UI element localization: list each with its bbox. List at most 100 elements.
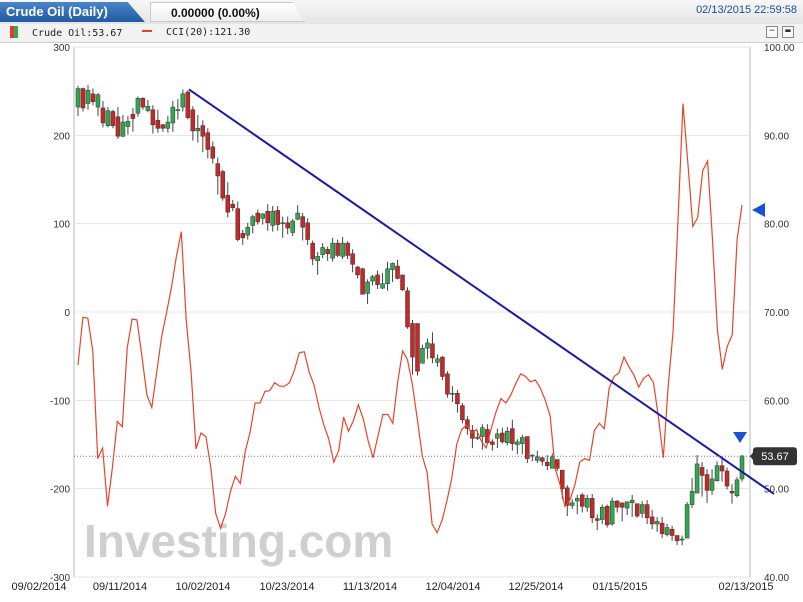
candle-body [425, 342, 430, 349]
left-tick-label: 0 [64, 308, 70, 319]
candle-body [120, 121, 126, 137]
candle-body [599, 506, 605, 520]
candle-body [689, 491, 695, 505]
candle-body [609, 500, 615, 525]
x-tick-label: 12/04/2014 [425, 581, 480, 593]
candle-body [185, 91, 191, 118]
candle-body [604, 506, 610, 526]
candle-body [390, 263, 395, 270]
candle-body [140, 97, 146, 108]
candle-body [230, 203, 236, 209]
candle-body [629, 499, 635, 504]
candle-body [325, 249, 330, 254]
candle-body [445, 373, 450, 395]
candle-body [190, 109, 196, 132]
candle-body [200, 125, 206, 137]
candle-body [500, 432, 505, 443]
candle-body [400, 274, 405, 291]
candle-body [450, 393, 455, 395]
candle-body [634, 503, 640, 517]
candle-body [340, 242, 345, 257]
candle-body [664, 527, 670, 535]
candle-body [255, 212, 260, 223]
candle-body [659, 522, 665, 534]
last-price-pointer [750, 451, 754, 462]
candle-body [644, 504, 650, 519]
candle-body [290, 220, 295, 233]
chart-area: 3002001000-100-200-300100.0090.0080.0070… [11, 43, 797, 593]
candle-body [210, 146, 216, 159]
candle-body [724, 470, 730, 487]
candle-body [574, 498, 580, 502]
candle-body [490, 441, 495, 445]
left-tick-label: 100 [53, 220, 70, 231]
candle-body [545, 461, 550, 466]
candle-body [100, 107, 106, 124]
candle-body [729, 491, 735, 494]
candle-body [520, 437, 525, 444]
candle-body [624, 501, 630, 509]
candle-body [719, 465, 725, 472]
candle-body [480, 427, 485, 437]
left-tick-label: 300 [53, 43, 70, 54]
x-tick-label: 01/15/2015 [592, 581, 647, 593]
candle-body [679, 538, 685, 541]
candle-body [285, 222, 290, 229]
candle-body [105, 110, 111, 126]
candle-body [135, 97, 141, 114]
candle-body [250, 216, 255, 226]
x-tick-label: 10/23/2014 [259, 581, 314, 593]
right-tick-label: 90.00 [764, 131, 789, 142]
candle-body [350, 253, 355, 265]
candle-icon [10, 26, 18, 38]
candle-body [639, 504, 645, 514]
restore-pane-button[interactable]: ▬ [782, 26, 794, 38]
candle-body [335, 242, 340, 256]
candle-body [305, 222, 310, 240]
candle-body [510, 428, 515, 444]
candle-body [584, 498, 590, 508]
candle-body [460, 405, 465, 421]
legend-label-cci: CCI(20):121.30 [166, 27, 251, 38]
candle-body [215, 163, 221, 177]
x-tick-label: 12/25/2014 [508, 581, 563, 593]
candle-body [535, 456, 540, 461]
chart-header: Crude Oil (Daily) 0.00000 (0.00%) 02/13/… [0, 0, 803, 25]
right-tick-label: 80.00 [764, 220, 789, 231]
left-tick-label: -100 [50, 396, 70, 407]
candle-body [430, 343, 435, 359]
candle-body [649, 516, 655, 525]
candle-body [375, 274, 380, 285]
candle-body [594, 518, 600, 521]
candle-body [420, 347, 425, 364]
candle-body [475, 437, 480, 439]
line-dash-icon [142, 30, 152, 32]
candle-body [709, 478, 715, 491]
candle-body [310, 242, 315, 260]
candle-body [170, 106, 176, 124]
left-arrow-marker [752, 203, 765, 217]
candle-body [280, 222, 285, 225]
candle-body [320, 247, 325, 255]
candle-body [115, 116, 121, 137]
candle-body [355, 266, 360, 276]
candle-body [579, 494, 585, 507]
minimize-pane-button[interactable]: − [766, 26, 778, 38]
candle-body [570, 502, 575, 506]
candle-body [505, 431, 510, 443]
candle-body [145, 105, 151, 111]
candle-body [110, 111, 116, 126]
instrument-tab[interactable]: Crude Oil (Daily) [0, 2, 145, 22]
candle-body [130, 113, 136, 119]
candle-body [739, 455, 745, 480]
candle-body [295, 212, 300, 220]
candle-body [345, 242, 350, 256]
candle-body [265, 211, 270, 224]
candle-body [160, 124, 166, 129]
x-tick-label: 11/13/2014 [343, 581, 397, 593]
candle-body [704, 474, 710, 491]
candle-body [540, 457, 545, 462]
x-tick-label: 02/13/2015 [718, 581, 773, 593]
right-tick-label: 100.00 [764, 43, 795, 54]
candle-body [619, 502, 625, 508]
